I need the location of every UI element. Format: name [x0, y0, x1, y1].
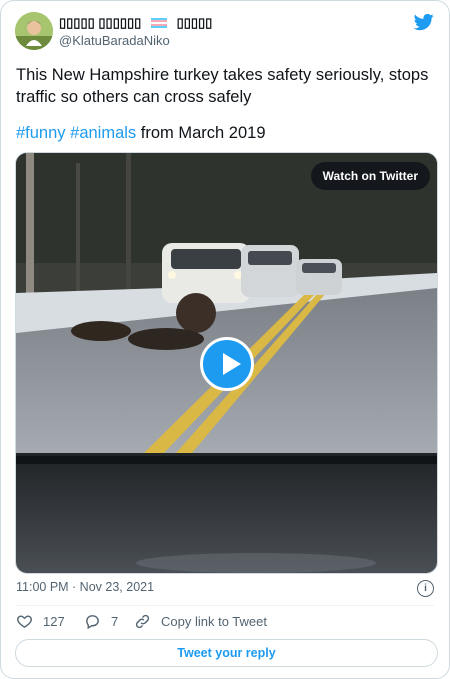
copy-link-label: Copy link to Tweet [161, 614, 267, 629]
copy-link-action[interactable]: Copy link to Tweet [134, 613, 267, 630]
twitter-bird-icon[interactable] [413, 12, 435, 32]
trans-flag-icon [150, 18, 167, 28]
tweet-card: ▯▯▯▯▯ ▯▯▯▯▯▯ ▯▯▯▯▯ @KlatuBaradaNiko This… [0, 0, 450, 679]
tweet-timestamp[interactable]: 11:00 PM · Nov 23, 2021 [16, 580, 154, 594]
tweet-hashtag-line: #funny #animals from March 2019 [16, 122, 266, 144]
avatar[interactable] [15, 12, 53, 50]
link-icon [135, 614, 150, 629]
tweet-header: ▯▯▯▯▯ ▯▯▯▯▯▯ ▯▯▯▯▯ @KlatuBaradaNiko [15, 12, 435, 56]
info-icon[interactable]: i [417, 580, 434, 597]
reply-count: 7 [111, 614, 119, 629]
divider [16, 605, 434, 606]
reply-icon [86, 615, 99, 630]
reply-action[interactable]: 7 [84, 613, 118, 630]
like-action[interactable]: 127 [16, 613, 65, 630]
play-icon[interactable] [200, 337, 254, 391]
display-name-part-2: ▯▯▯▯▯ [176, 15, 213, 30]
hashtag-funny[interactable]: #funny [16, 124, 66, 142]
hashtag-animals[interactable]: #animals [70, 124, 136, 142]
like-count: 127 [43, 614, 65, 629]
tweet-your-reply-button[interactable]: Tweet your reply [15, 639, 438, 667]
display-name-part-1: ▯▯▯▯▯ ▯▯▯▯▯▯ [59, 15, 142, 30]
watch-on-twitter-button[interactable]: Watch on Twitter [310, 162, 430, 190]
user-handle[interactable]: @KlatuBaradaNiko [59, 33, 170, 48]
display-name[interactable]: ▯▯▯▯▯ ▯▯▯▯▯▯ ▯▯▯▯▯ [59, 15, 212, 31]
heart-icon [17, 615, 32, 629]
tweet-text-suffix: from March 2019 [140, 124, 266, 142]
tweet-text: This New Hampshire turkey takes safety s… [16, 66, 429, 106]
video-media[interactable]: Watch on Twitter [15, 152, 438, 574]
